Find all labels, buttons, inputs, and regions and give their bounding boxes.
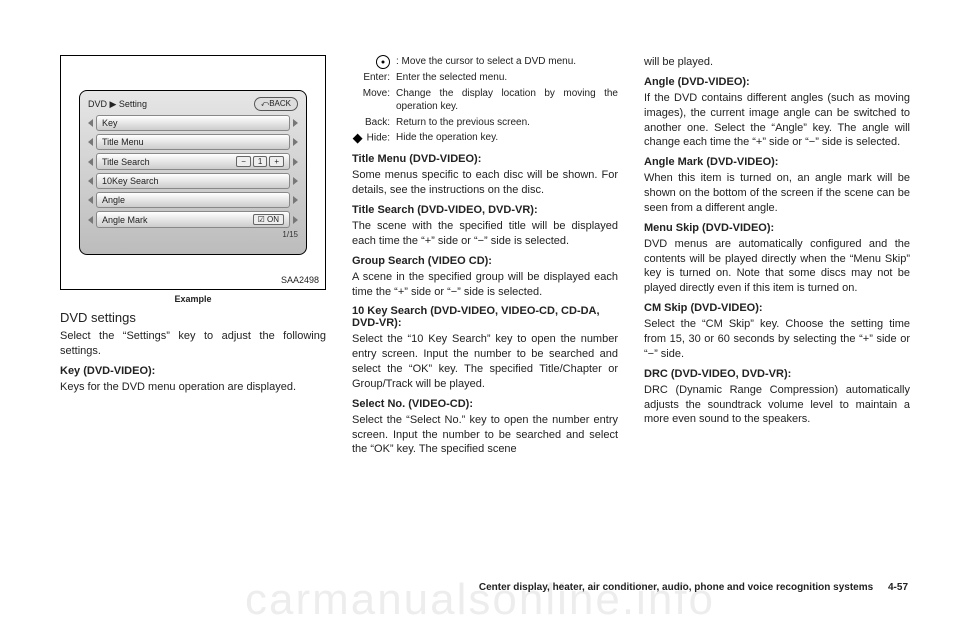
menu-item-angle[interactable]: Angle bbox=[88, 192, 298, 208]
legend-desc: Return to the previous screen. bbox=[396, 116, 618, 130]
item-heading: Key (DVD-VIDEO): bbox=[60, 365, 326, 377]
chevron-right-icon bbox=[293, 138, 298, 146]
legend-key: Enter: bbox=[352, 71, 390, 85]
body-text: Select the “CM Skip” key. Choose the set… bbox=[644, 317, 910, 362]
page-footer: Center display, heater, air conditioner,… bbox=[479, 582, 908, 593]
body-text: Some menus specific to each disc will be… bbox=[352, 168, 618, 198]
chevron-left-icon bbox=[88, 158, 93, 166]
chevron-left-icon bbox=[88, 119, 93, 127]
section-heading: DVD settings bbox=[60, 310, 326, 325]
footer-section: Center display, heater, air conditioner,… bbox=[479, 582, 873, 593]
stepper[interactable]: − 1 + bbox=[236, 156, 284, 167]
legend-desc: Hide the operation key. bbox=[396, 131, 618, 145]
menu-list: Key Title Menu Title Search − bbox=[88, 115, 298, 228]
legend-desc: : Move the cursor to select a DVD menu. bbox=[396, 55, 618, 69]
back-button[interactable]: ⤺BACK bbox=[254, 97, 298, 111]
legend-key: Hide: bbox=[352, 131, 390, 145]
body-text: Select the “Select No.” key to open the … bbox=[352, 413, 618, 458]
screen-topbar: DVD ▶ Setting ⤺BACK bbox=[88, 97, 298, 111]
chevron-left-icon bbox=[88, 216, 93, 224]
figure-box: DVD ▶ Setting ⤺BACK Key Title Menu bbox=[60, 55, 326, 290]
legend-key: Back: bbox=[352, 116, 390, 130]
chevron-right-icon bbox=[293, 216, 298, 224]
item-heading: Title Search (DVD-VIDEO, DVD-VR): bbox=[352, 204, 618, 216]
menu-item-key[interactable]: Key bbox=[88, 115, 298, 131]
breadcrumb: DVD ▶ Setting bbox=[88, 99, 147, 110]
menu-item-label: Angle Mark bbox=[102, 215, 148, 225]
arrows-icon bbox=[353, 131, 367, 145]
menu-item-label: Angle bbox=[102, 195, 125, 205]
item-heading: 10 Key Search (DVD-VIDEO, VIDEO-CD, CD-D… bbox=[352, 305, 618, 329]
item-heading: DRC (DVD-VIDEO, DVD-VR): bbox=[644, 368, 910, 380]
footer-page-number: 4-57 bbox=[888, 582, 908, 593]
chevron-left-icon bbox=[88, 196, 93, 204]
body-text: DVD menus are automatically configured a… bbox=[644, 237, 910, 296]
plus-button[interactable]: + bbox=[269, 156, 284, 167]
body-text: When this item is turned on, an angle ma… bbox=[644, 171, 910, 216]
body-text: DRC (Dynamic Range Compression) automati… bbox=[644, 383, 910, 428]
figure-code: SAA2498 bbox=[281, 275, 319, 285]
column-3: will be played. Angle (DVD-VIDEO): If th… bbox=[644, 55, 910, 463]
menu-item-label: 10Key Search bbox=[102, 176, 159, 186]
item-heading: CM Skip (DVD-VIDEO): bbox=[644, 302, 910, 314]
body-text: If the DVD contains different angles (su… bbox=[644, 91, 910, 150]
legend-key: Move: bbox=[352, 87, 390, 114]
chevron-right-icon bbox=[293, 196, 298, 204]
chevron-right-icon bbox=[293, 119, 298, 127]
menu-item-label: Title Search bbox=[102, 157, 150, 167]
body-text: will be played. bbox=[644, 55, 910, 70]
menu-item-label: Title Menu bbox=[102, 137, 144, 147]
item-heading: Select No. (VIDEO-CD): bbox=[352, 398, 618, 410]
page-content: DVD ▶ Setting ⤺BACK Key Title Menu bbox=[0, 0, 960, 483]
legend-desc: Change the display location by moving th… bbox=[396, 87, 618, 114]
menu-item-angle-mark[interactable]: Angle Mark ☑ ON bbox=[88, 211, 298, 228]
item-heading: Menu Skip (DVD-VIDEO): bbox=[644, 222, 910, 234]
cursor-icon bbox=[376, 55, 390, 69]
body-text: Select the “10 Key Search” key to open t… bbox=[352, 332, 618, 391]
chevron-right-icon bbox=[293, 158, 298, 166]
item-heading: Angle (DVD-VIDEO): bbox=[644, 76, 910, 88]
chevron-left-icon bbox=[88, 177, 93, 185]
column-2: : Move the cursor to select a DVD menu. … bbox=[352, 55, 618, 463]
item-heading: Angle Mark (DVD-VIDEO): bbox=[644, 156, 910, 168]
on-toggle[interactable]: ☑ ON bbox=[253, 214, 284, 225]
body-text: Keys for the DVD menu operation are disp… bbox=[60, 380, 326, 395]
legend-table: : Move the cursor to select a DVD menu. … bbox=[352, 55, 618, 145]
chevron-right-icon bbox=[293, 177, 298, 185]
minus-button[interactable]: − bbox=[236, 156, 251, 167]
figure-caption: Example bbox=[60, 294, 326, 304]
column-1: DVD ▶ Setting ⤺BACK Key Title Menu bbox=[60, 55, 326, 463]
legend-desc: Enter the selected menu. bbox=[396, 71, 618, 85]
body-text: Select the “Settings” key to adjust the … bbox=[60, 329, 326, 359]
item-heading: Group Search (VIDEO CD): bbox=[352, 255, 618, 267]
page-counter: 1/15 bbox=[88, 230, 298, 239]
menu-item-title-menu[interactable]: Title Menu bbox=[88, 134, 298, 150]
menu-item-label: Key bbox=[102, 118, 118, 128]
dvd-settings-screen: DVD ▶ Setting ⤺BACK Key Title Menu bbox=[79, 90, 307, 255]
body-text: The scene with the specified title will … bbox=[352, 219, 618, 249]
stepper-value: 1 bbox=[253, 156, 267, 167]
menu-item-10key[interactable]: 10Key Search bbox=[88, 173, 298, 189]
body-text: A scene in the specified group will be d… bbox=[352, 270, 618, 300]
item-heading: Title Menu (DVD-VIDEO): bbox=[352, 153, 618, 165]
chevron-left-icon bbox=[88, 138, 93, 146]
menu-item-title-search[interactable]: Title Search − 1 + bbox=[88, 153, 298, 170]
legend-key bbox=[352, 55, 390, 69]
